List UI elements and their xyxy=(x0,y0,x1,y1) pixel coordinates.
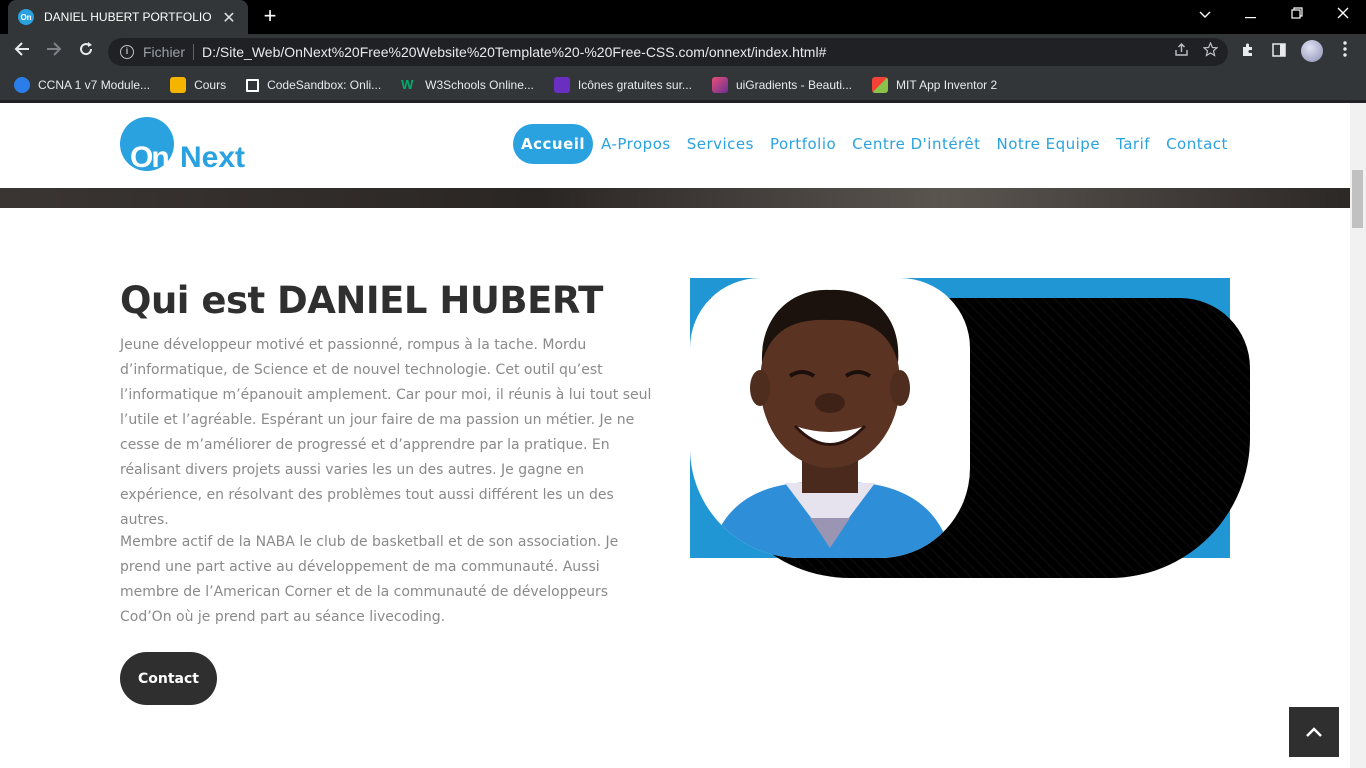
bookmark-star-icon[interactable] xyxy=(1202,41,1219,61)
close-window-icon[interactable] xyxy=(1320,0,1366,30)
info-icon[interactable]: i xyxy=(120,45,134,59)
bookmark-label: CCNA 1 v7 Module... xyxy=(38,78,151,92)
codesandbox-icon xyxy=(246,78,260,92)
omnibox-separator xyxy=(193,44,195,60)
omnibox-file-label: Fichier xyxy=(143,44,186,60)
minimize-icon[interactable] xyxy=(1228,0,1274,30)
bookmark-ccna[interactable]: CCNA 1 v7 Module... xyxy=(14,77,150,93)
logo-on-text: On xyxy=(130,141,170,174)
ccna-icon xyxy=(14,77,30,93)
hero-image-strip xyxy=(0,188,1350,208)
nav-centre-interet[interactable]: Centre D'intérêt xyxy=(844,124,988,164)
back-arrow-icon[interactable] xyxy=(9,40,35,64)
forward-arrow-icon[interactable] xyxy=(41,40,67,64)
bookmark-label: MIT App Inventor 2 xyxy=(896,78,998,92)
bookmark-w3schools[interactable]: W W3Schools Online... xyxy=(401,77,534,93)
reload-icon[interactable] xyxy=(73,40,99,64)
bookmark-mit-app-inventor[interactable]: MIT App Inventor 2 xyxy=(872,77,997,93)
about-paragraph-2: Membre actif de la NABA le club de baske… xyxy=(120,534,619,625)
new-tab-button[interactable]: + xyxy=(258,4,282,28)
bookmark-icones[interactable]: Icônes gratuites sur... xyxy=(553,77,692,93)
bookmark-label: uiGradients - Beauti... xyxy=(735,78,852,92)
nav-tarif[interactable]: Tarif xyxy=(1108,124,1158,164)
url-text[interactable]: D:/Site_Web/OnNext%20Free%20Website%20Te… xyxy=(202,44,826,60)
restore-icon[interactable] xyxy=(1274,0,1320,30)
extensions-icon[interactable] xyxy=(1235,40,1259,64)
nav-accueil[interactable]: Accueil xyxy=(513,124,594,164)
bookmark-label: Cours xyxy=(194,78,227,92)
side-panel-icon[interactable] xyxy=(1267,40,1291,64)
bookmark-codesandbox[interactable]: CodeSandbox: Onli... xyxy=(246,78,381,92)
browser-menu-icon[interactable] xyxy=(1333,40,1357,64)
profile-avatar[interactable] xyxy=(1301,40,1323,62)
nav-services[interactable]: Services xyxy=(679,124,762,164)
bookmarks-bar: CCNA 1 v7 Module... Cours CodeSandbox: O… xyxy=(0,70,1366,100)
browser-tab[interactable]: On DANIEL HUBERT PORTFOLIO ✕ xyxy=(8,0,248,34)
tab-title: DANIEL HUBERT PORTFOLIO xyxy=(44,10,212,24)
bookmark-label: W3Schools Online... xyxy=(425,78,534,92)
logo-next-text: Next xyxy=(180,141,246,174)
about-title: Qui est DANIEL HUBERT xyxy=(120,279,603,322)
address-bar[interactable]: i Fichier D:/Site_Web/OnNext%20Free%20We… xyxy=(108,38,1228,66)
about-paragraph-1: Jeune développeur motivé et passionné, r… xyxy=(120,337,652,528)
share-icon[interactable] xyxy=(1174,42,1189,61)
bookmark-label: CodeSandbox: Onli... xyxy=(267,78,382,92)
nav-notre-equipe[interactable]: Notre Equipe xyxy=(989,124,1109,164)
back-to-top-button[interactable] xyxy=(1289,707,1339,757)
onnext-favicon-icon: On xyxy=(18,9,34,25)
site-header: On Next Accueil A-Propos Services Portfo… xyxy=(0,103,1350,188)
nav-contact[interactable]: Contact xyxy=(1158,124,1236,164)
contact-button[interactable]: Contact xyxy=(120,652,217,705)
browser-toolbar: i Fichier D:/Site_Web/OnNext%20Free%20We… xyxy=(0,34,1366,70)
classroom-icon xyxy=(170,77,187,93)
w3schools-icon: W xyxy=(401,77,414,92)
chevron-up-icon xyxy=(1306,727,1322,737)
browser-tab-bar: On DANIEL HUBERT PORTFOLIO ✕ + xyxy=(0,0,1366,34)
bookmark-uigradients[interactable]: uiGradients - Beauti... xyxy=(711,77,852,93)
bookmark-cours[interactable]: Cours xyxy=(170,77,226,93)
nav-a-propos[interactable]: A-Propos xyxy=(593,124,679,164)
bookmark-label: Icônes gratuites sur... xyxy=(577,78,692,92)
uigradients-icon xyxy=(711,77,728,93)
main-nav: Accueil A-Propos Services Portfolio Cent… xyxy=(513,124,1236,164)
profile-photo xyxy=(690,278,970,558)
close-tab-icon[interactable]: ✕ xyxy=(220,8,238,27)
tab-search-icon[interactable] xyxy=(1182,0,1228,30)
scrollbar-thumb[interactable] xyxy=(1352,170,1363,228)
icons-site-icon xyxy=(553,77,570,93)
page-viewport: On Next Accueil A-Propos Services Portfo… xyxy=(0,103,1350,768)
app-inventor-icon xyxy=(872,77,888,93)
nav-portfolio[interactable]: Portfolio xyxy=(762,124,844,164)
omnibox-actions xyxy=(1174,41,1219,61)
